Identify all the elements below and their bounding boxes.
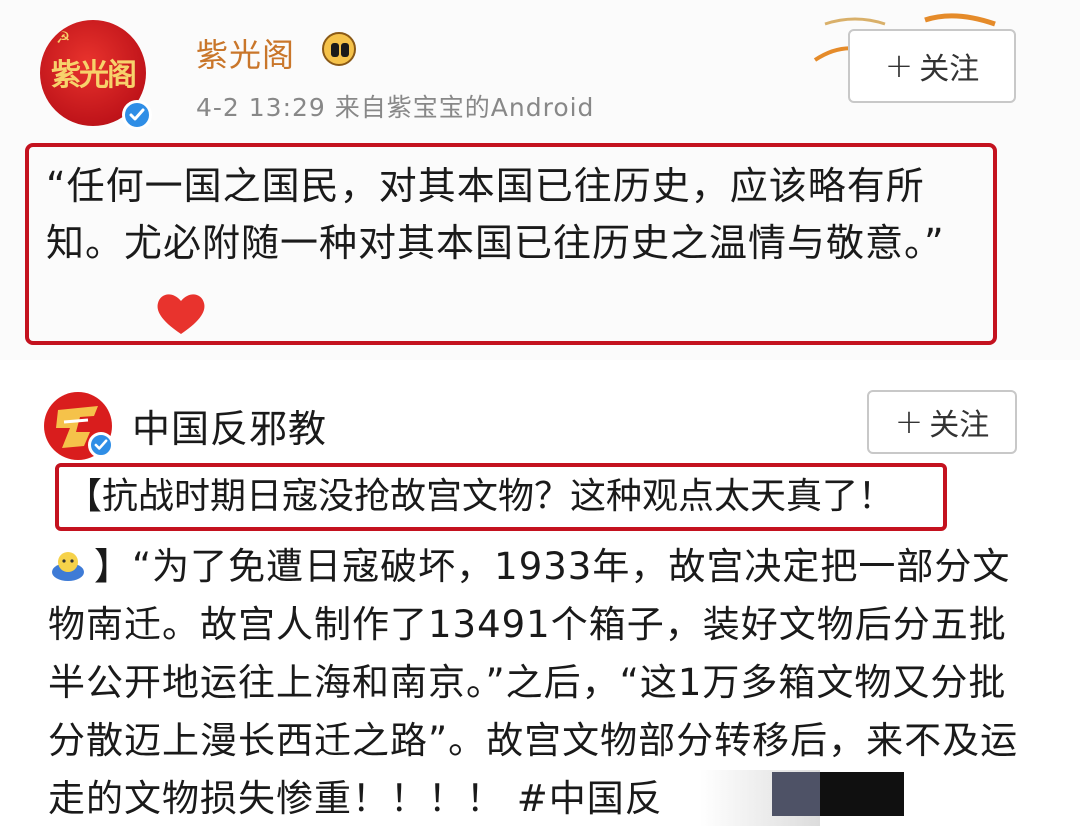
author-name[interactable]: 紫光阁: [196, 30, 295, 76]
vip-crown-icon: [322, 32, 356, 66]
author-name-2[interactable]: 中国反邪教: [132, 398, 327, 453]
post-quote-text: “任何一国之国民，对其本国已往历史，应该略有所知。尤必附随一种对其本国已往历史之…: [46, 164, 945, 265]
post-meta-time-source: 4-2 13:29 来自紫宝宝的Android: [196, 93, 595, 122]
follow-button[interactable]: + 关注: [848, 29, 1016, 103]
red-heart-icon: [157, 294, 205, 334]
verified-badge-icon: [122, 100, 152, 130]
follow-button-2[interactable]: + 关注: [867, 390, 1017, 454]
plus-icon: +: [894, 402, 924, 442]
avatar-logo-text: 紫光阁: [51, 58, 137, 93]
follow-button-label: 关注: [919, 52, 980, 87]
redaction-block-dark: [820, 772, 904, 816]
post-headline: 【抗战时期日寇没抢故宫文物？这种观点太天真了！: [66, 476, 895, 517]
party-emblem-icon: ☭: [56, 28, 71, 47]
plus-icon: +: [884, 46, 914, 86]
verified-badge-icon: [88, 432, 114, 458]
follow-button-label-2: 关注: [929, 408, 990, 443]
redaction-block: [772, 772, 820, 816]
